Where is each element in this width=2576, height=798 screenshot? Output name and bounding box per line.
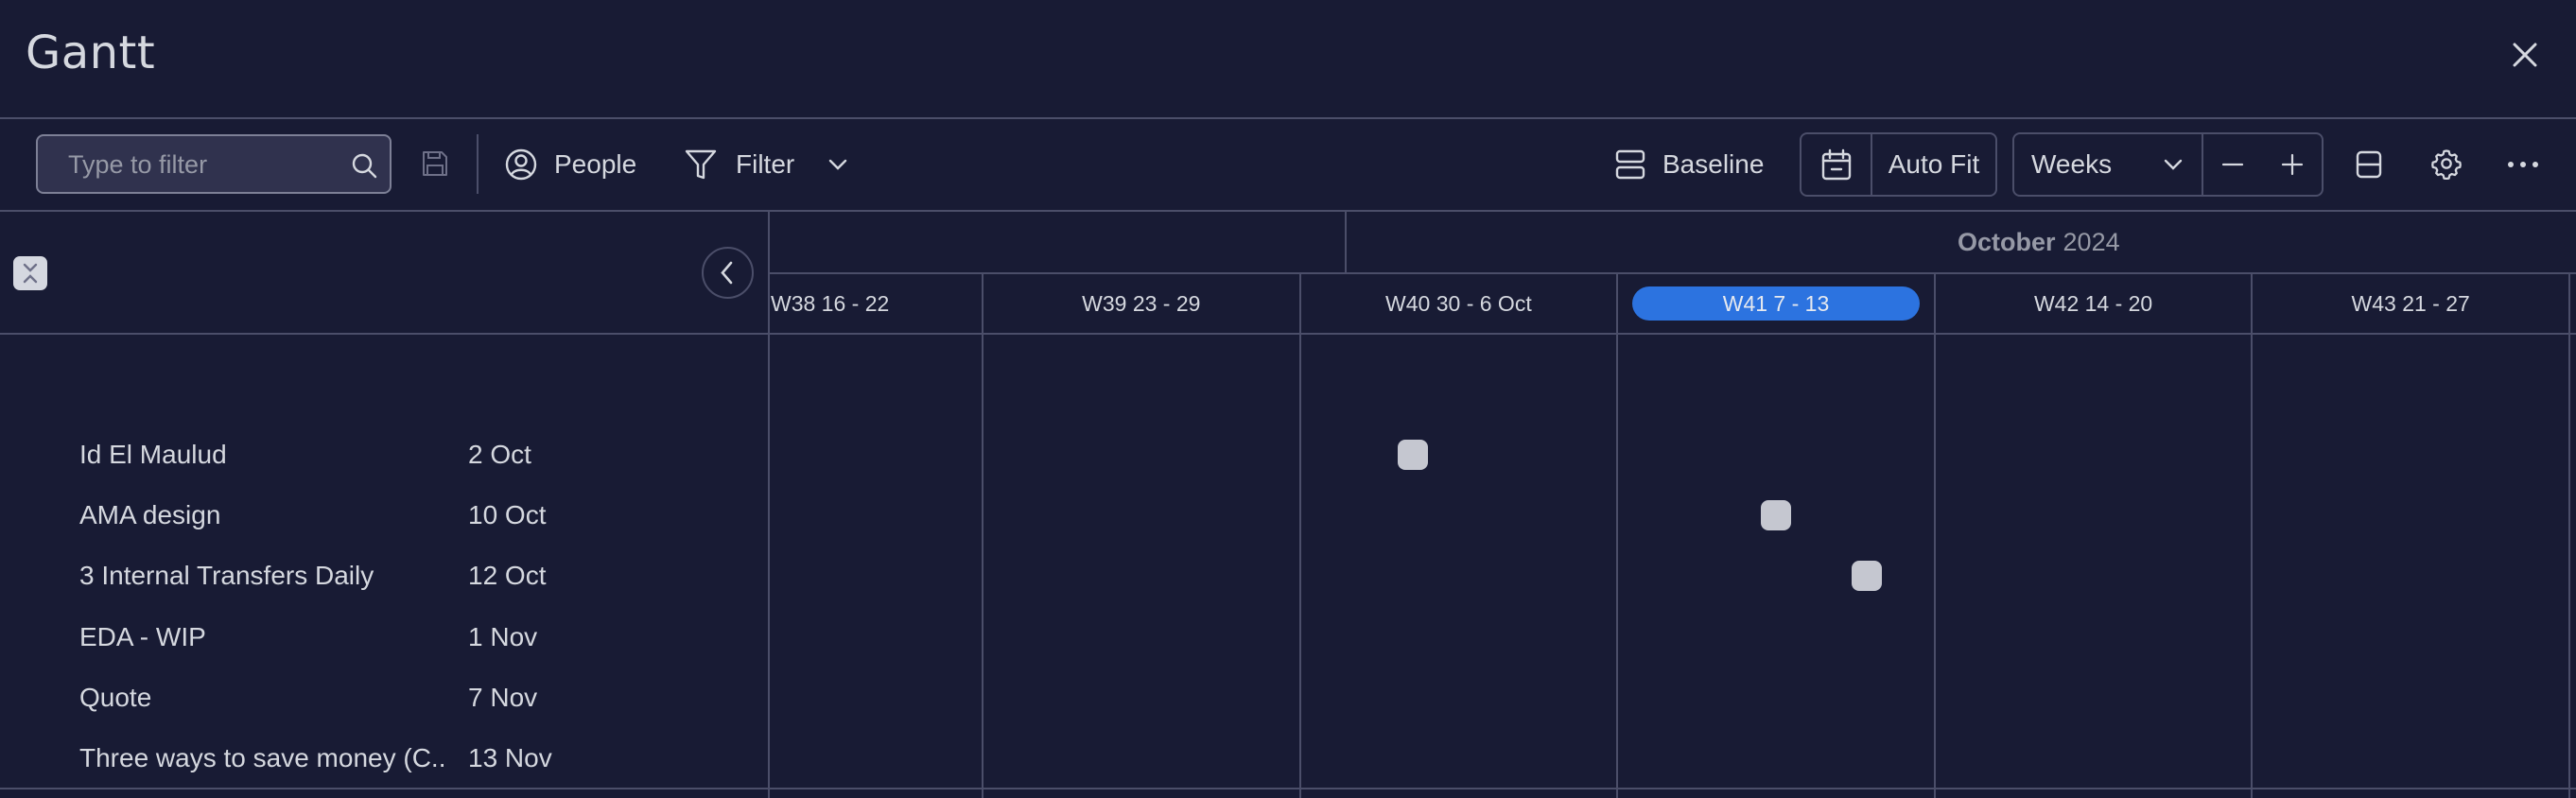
week-gridline [2568, 273, 2570, 798]
task-row[interactable]: EDA - WIP 1 Nov [0, 607, 757, 668]
week-header: W40 30 - 6 Oct [1300, 273, 1618, 334]
week-gridline [1933, 273, 1936, 798]
baseline-button[interactable]: Baseline [1615, 136, 1764, 193]
month-divider [1345, 211, 1347, 273]
task-row[interactable]: Quote 7 Nov [0, 668, 757, 728]
minus-icon[interactable] [2220, 152, 2245, 177]
week-gridline [982, 273, 983, 798]
more-dots-icon [2508, 162, 2538, 167]
scale-select[interactable]: Weeks [2014, 134, 2202, 195]
task-name: 3 Internal Transfers Daily [79, 561, 374, 591]
task-date: 2 Oct [468, 440, 531, 469]
week-gridline [2251, 273, 2254, 798]
search-field[interactable] [36, 134, 392, 194]
collapse-all-button[interactable] [13, 256, 47, 290]
task-row[interactable]: 3 Internal Transfers Daily 12 Oct [0, 546, 757, 606]
zoom-controls [2202, 134, 2322, 195]
task-date: 13 Nov [468, 743, 552, 772]
week-gridline [1616, 273, 1619, 798]
milestone-marker[interactable] [1398, 440, 1429, 470]
person-icon [505, 148, 537, 181]
week-header-current: W41 7 - 13 [1617, 273, 1935, 334]
month-name: October [1958, 227, 2056, 256]
week-label: W38 16 - 22 [771, 290, 890, 316]
chevron-down-icon [2164, 159, 2183, 170]
auto-fit-button[interactable]: Auto Fit [1871, 134, 1995, 195]
task-date: 12 Oct [468, 561, 547, 591]
calendar-today-button[interactable] [1801, 134, 1871, 195]
task-name: AMA design [79, 500, 221, 530]
filter-label: Filter [736, 149, 795, 179]
milestone-marker[interactable] [1851, 561, 1882, 592]
scale-group: Weeks [2012, 132, 2324, 197]
task-row[interactable]: Three ways to save money (C... 13 Nov [0, 728, 757, 789]
task-row[interactable]: Id El Maulud 2 Oct [0, 425, 757, 485]
plus-icon[interactable] [2280, 152, 2305, 177]
split-rows-icon [2356, 150, 2382, 179]
people-label: People [554, 149, 637, 179]
task-row[interactable]: AMA design 10 Oct [0, 485, 757, 546]
month-year: 2024 [2063, 227, 2120, 256]
scale-select-value: Weeks [2031, 149, 2113, 179]
save-view-button[interactable] [421, 149, 449, 178]
chevron-down-icon[interactable] [827, 153, 849, 176]
chevron-left-icon [721, 261, 733, 285]
month-header: October 2024 [1958, 223, 2120, 261]
save-icon [423, 151, 447, 176]
page-title: Gantt [26, 26, 156, 79]
task-date: 10 Oct [468, 500, 547, 530]
close-button[interactable] [2508, 38, 2542, 72]
week-header: W43 21 - 27 [2252, 273, 2569, 334]
search-input[interactable] [68, 146, 342, 183]
search-icon[interactable] [350, 151, 378, 180]
task-name: Quote [79, 682, 152, 712]
people-filter-button[interactable]: People [505, 136, 636, 193]
task-name: Three ways to save money (C... [79, 743, 448, 772]
week-label: W43 21 - 27 [2351, 290, 2470, 316]
collapse-panel-button[interactable] [702, 247, 754, 299]
baseline-icon [1615, 149, 1645, 180]
left-panel-border [768, 211, 770, 798]
task-date: 1 Nov [468, 621, 538, 651]
week-header: W42 14 - 20 [1935, 273, 2253, 334]
week-label: W40 30 - 6 Oct [1385, 290, 1532, 316]
week-header: W39 23 - 29 [983, 273, 1300, 334]
calendar-icon [1821, 148, 1851, 181]
task-name: EDA - WIP [79, 621, 206, 651]
week-label: W42 14 - 20 [2033, 290, 2153, 316]
split-view-button[interactable] [2355, 149, 2383, 180]
week-label: W41 7 - 13 [1632, 286, 1920, 321]
week-gridline [1298, 273, 1301, 798]
collapse-expand-icon [23, 263, 38, 284]
week-label: W39 23 - 29 [1082, 290, 1201, 316]
autofit-group: Auto Fit [1800, 132, 1997, 197]
toolbar-divider [0, 210, 2576, 212]
settings-button[interactable] [2430, 147, 2463, 181]
close-icon [2513, 43, 2537, 67]
gear-icon [2431, 149, 2462, 181]
milestone-marker[interactable] [1761, 500, 1791, 531]
task-name: Id El Maulud [79, 440, 227, 469]
header-divider [0, 117, 2576, 119]
baseline-label: Baseline [1662, 149, 1765, 179]
filter-icon [685, 149, 717, 180]
toolbar-separator [477, 134, 479, 194]
week-header: W38 16 - 22 [771, 273, 983, 334]
more-options-button[interactable] [2506, 151, 2540, 178]
task-date: 7 Nov [468, 682, 538, 712]
filter-button[interactable]: Filter [685, 136, 849, 193]
